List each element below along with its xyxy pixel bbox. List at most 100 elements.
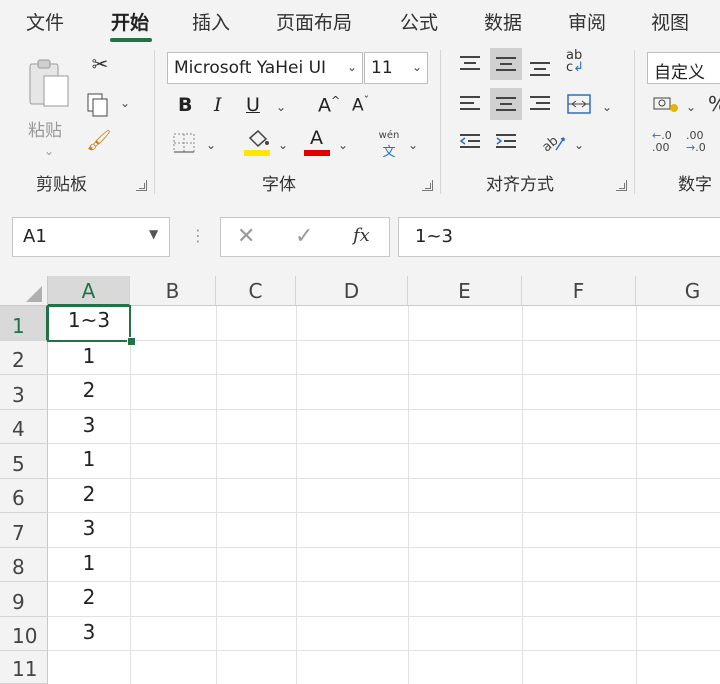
caret-down-icon[interactable]: ▼ bbox=[149, 227, 158, 241]
row-header-4[interactable]: 4 bbox=[0, 410, 48, 444]
cell-a4[interactable]: 3 bbox=[48, 413, 130, 437]
column-header-g[interactable]: G bbox=[636, 276, 720, 306]
cancel-icon[interactable]: ✕ bbox=[237, 224, 255, 249]
row-header-3[interactable]: 3 bbox=[0, 375, 48, 410]
decrease-decimal-icon[interactable]: .00 →.0 bbox=[686, 130, 706, 154]
select-all-icon bbox=[26, 286, 42, 302]
cell-a7[interactable]: 3 bbox=[48, 516, 130, 540]
format-painter-icon[interactable]: 🖌 bbox=[86, 130, 112, 150]
increase-decimal-icon[interactable]: ←.0.00 bbox=[652, 130, 672, 154]
font-color-label: A bbox=[310, 127, 323, 149]
cell-a5[interactable]: 1 bbox=[48, 447, 130, 471]
row-header-6[interactable]: 6 bbox=[0, 479, 48, 513]
row-header-2[interactable]: 2 bbox=[0, 341, 48, 375]
group-divider bbox=[634, 50, 635, 194]
row-header-1[interactable]: 1 bbox=[0, 306, 48, 341]
number-format-select[interactable]: 自定义 bbox=[647, 52, 720, 84]
grow-font-button[interactable]: A^ bbox=[318, 94, 340, 116]
font-size-value: 11 bbox=[371, 58, 393, 78]
cell-a10[interactable]: 3 bbox=[48, 620, 130, 644]
align-left-icon[interactable] bbox=[458, 94, 482, 114]
underline-dropdown-icon[interactable]: ⌄ bbox=[276, 100, 286, 114]
grow-font-label: A bbox=[318, 94, 331, 117]
cell-a9[interactable]: 2 bbox=[48, 585, 130, 609]
tab-file[interactable]: 文件 bbox=[26, 8, 64, 35]
align-right-icon[interactable] bbox=[528, 94, 552, 114]
tab-insert[interactable]: 插入 bbox=[192, 8, 230, 35]
borders-icon[interactable] bbox=[172, 132, 196, 154]
merge-dropdown-icon[interactable]: ⌄ bbox=[602, 100, 612, 114]
percent-icon[interactable]: % bbox=[708, 92, 720, 116]
column-header-f[interactable]: F bbox=[522, 276, 636, 306]
italic-button[interactable]: I bbox=[214, 94, 222, 116]
select-all-button[interactable] bbox=[0, 276, 48, 306]
column-header-b[interactable]: B bbox=[130, 276, 216, 306]
font-color-button[interactable]: A bbox=[304, 127, 330, 158]
fill-color-button[interactable] bbox=[244, 128, 270, 158]
phonetic-guide-button[interactable]: wén 文 bbox=[376, 130, 402, 160]
bottom-align-icon[interactable] bbox=[528, 58, 552, 78]
fill-color-dropdown-icon[interactable]: ⌄ bbox=[278, 138, 288, 152]
orientation-icon[interactable]: ab bbox=[540, 130, 566, 154]
underline-button[interactable]: U bbox=[246, 94, 260, 116]
borders-dropdown-icon[interactable]: ⌄ bbox=[206, 138, 216, 152]
bold-button[interactable]: B bbox=[178, 94, 192, 116]
name-box[interactable]: A1 ▼ bbox=[12, 217, 170, 257]
row-header-7[interactable]: 7 bbox=[0, 513, 48, 548]
fill-handle[interactable] bbox=[127, 337, 136, 346]
align-center-icon bbox=[496, 97, 516, 111]
orientation-dropdown-icon[interactable]: ⌄ bbox=[574, 138, 584, 152]
fill-color-swatch bbox=[244, 150, 270, 156]
accounting-format-icon[interactable] bbox=[652, 94, 680, 114]
cell-a2[interactable]: 1 bbox=[48, 344, 130, 368]
shrink-font-button[interactable]: Aˇ bbox=[352, 94, 369, 116]
row-number: 8 bbox=[12, 555, 25, 579]
accounting-dropdown-icon[interactable]: ⌄ bbox=[686, 100, 696, 114]
font-size-select[interactable]: 11 ⌄ bbox=[364, 52, 428, 84]
increase-indent-icon[interactable] bbox=[494, 132, 518, 152]
row-number: 3 bbox=[12, 383, 25, 407]
row-header-8[interactable]: 8 bbox=[0, 548, 48, 582]
font-name-select[interactable]: Microsoft YaHei UI ⌄ bbox=[167, 52, 363, 84]
tab-review[interactable]: 审阅 bbox=[568, 8, 606, 35]
tab-home[interactable]: 开始 bbox=[111, 8, 149, 35]
column-header-d[interactable]: D bbox=[296, 276, 408, 306]
column-header-a[interactable]: A bbox=[48, 276, 130, 306]
column-header-c[interactable]: C bbox=[216, 276, 296, 306]
align-center-button[interactable] bbox=[490, 88, 522, 120]
tab-formulas[interactable]: 公式 bbox=[400, 8, 438, 35]
font-launcher-icon[interactable] bbox=[422, 180, 433, 191]
row-header-11[interactable]: 11 bbox=[0, 651, 48, 684]
enter-icon[interactable]: ✓ bbox=[295, 224, 313, 249]
decrease-indent-icon[interactable] bbox=[458, 132, 482, 152]
column-header-e[interactable]: E bbox=[408, 276, 522, 306]
row-header-9[interactable]: 9 bbox=[0, 582, 48, 617]
copy-dropdown-icon[interactable]: ⌄ bbox=[120, 96, 130, 110]
alignment-launcher-icon[interactable] bbox=[616, 180, 627, 191]
middle-align-button[interactable] bbox=[490, 48, 522, 80]
top-align-icon[interactable] bbox=[458, 54, 482, 74]
font-color-dropdown-icon[interactable]: ⌄ bbox=[338, 138, 348, 152]
row-number: 5 bbox=[12, 452, 25, 476]
cell-a8[interactable]: 1 bbox=[48, 551, 130, 575]
gridline bbox=[48, 443, 720, 444]
row-header-10[interactable]: 10 bbox=[0, 617, 48, 651]
cut-icon[interactable]: ✂ bbox=[88, 54, 112, 74]
tab-view[interactable]: 视图 bbox=[651, 8, 689, 35]
wrap-text-icon[interactable]: ab c↲ bbox=[566, 49, 584, 74]
insert-function-icon[interactable]: fx bbox=[353, 225, 370, 246]
clipboard-launcher-icon[interactable] bbox=[136, 180, 147, 191]
more-options-icon[interactable]: ⋮ bbox=[190, 226, 206, 245]
tab-page-layout[interactable]: 页面布局 bbox=[276, 8, 352, 35]
cell-a3[interactable]: 2 bbox=[48, 378, 130, 402]
tab-data[interactable]: 数据 bbox=[484, 8, 522, 35]
font-color-swatch bbox=[304, 150, 330, 156]
cell-a6[interactable]: 2 bbox=[48, 482, 130, 506]
phonetic-dropdown-icon[interactable]: ⌄ bbox=[408, 138, 418, 152]
row-header-5[interactable]: 5 bbox=[0, 444, 48, 479]
copy-button[interactable]: ⌄ bbox=[86, 92, 136, 120]
paste-dropdown-icon[interactable]: ⌄ bbox=[44, 144, 54, 158]
formula-input[interactable]: 1~3 bbox=[398, 217, 720, 257]
merge-center-icon[interactable] bbox=[566, 92, 592, 116]
paste-button[interactable]: 粘贴 ⌄ bbox=[22, 56, 82, 166]
